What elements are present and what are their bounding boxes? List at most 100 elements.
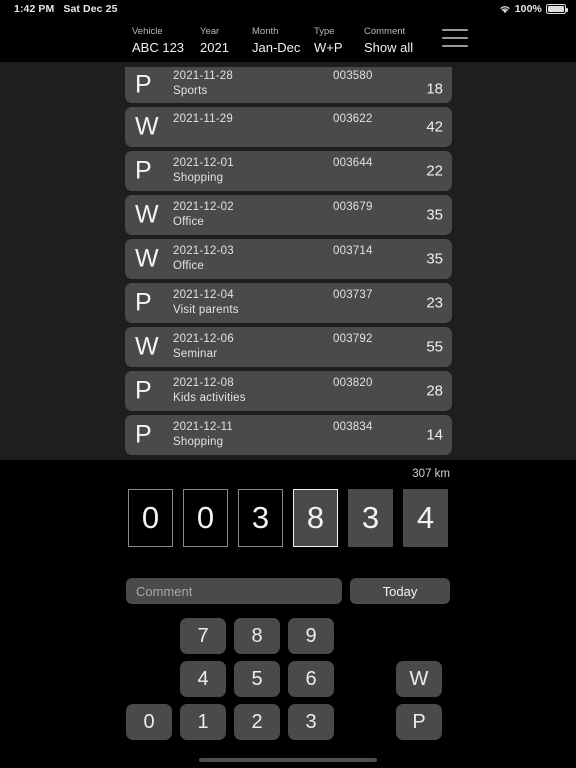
row-date: 2021-11-29 [173,113,233,125]
row-trip-type: P [135,156,152,185]
row-comment: Visit parents [173,304,239,316]
status-time: 1:42 PM [14,3,55,15]
filter-comment[interactable]: Comment Show all [364,25,426,56]
row-date: 2021-12-01 [173,157,234,169]
row-distance: 35 [426,206,443,224]
row-comment: Kids activities [173,392,246,404]
row-comment: Shopping [173,436,224,448]
table-row[interactable]: P 2021-12-01 Shopping 003644 22 [125,151,452,191]
filter-vehicle-value: ABC 123 [132,39,185,55]
trip-distance-label: 307 km [412,468,450,480]
key-5[interactable]: 5 [234,661,280,697]
row-comment: Seminar [173,348,218,360]
key-work[interactable]: W [396,661,442,697]
filter-month-label: Month [252,25,279,37]
filter-type-label: Type [314,25,335,37]
filter-year-value: 2021 [200,39,229,55]
key-8[interactable]: 8 [234,618,280,654]
filter-month-value: Jan-Dec [252,39,301,55]
odometer-digit-1[interactable]: 0 [183,489,228,547]
row-date: 2021-11-28 [173,70,233,82]
numeric-keypad: 789 456 0123 W P [0,618,576,743]
row-odometer: 003679 [333,201,373,213]
key-2[interactable]: 2 [234,704,280,740]
table-row[interactable]: W 2021-12-03 Office 003714 35 [125,239,452,279]
row-odometer: 003714 [333,245,373,257]
filter-type[interactable]: Type W+P [314,25,364,56]
row-comment: Office [173,216,205,228]
row-odometer: 003820 [333,377,373,389]
key-6[interactable]: 6 [288,661,334,697]
row-odometer: 003792 [333,333,373,345]
table-row[interactable]: P 2021-11-28 Sports 003580 18 [125,67,452,103]
trip-list-pane[interactable]: P 2021-11-28 Sports 003580 18 W 2021-11-29 0036… [0,62,576,460]
table-row[interactable]: W 2021-12-06 Seminar 003792 55 [125,327,452,367]
filter-year-label: Year [200,25,220,37]
wifi-icon [499,4,511,14]
keypad-row-1: 789 [180,618,334,654]
key-9[interactable]: 9 [288,618,334,654]
filter-vehicle-label: Vehicle [132,25,163,37]
status-bar: 1:42 PM Sat Dec 25 100% [0,0,576,18]
row-distance: 55 [426,338,443,356]
table-row[interactable]: P 2021-12-04 Visit parents 003737 23 [125,283,452,323]
odometer-digit-0[interactable]: 0 [128,489,173,547]
row-date: 2021-12-06 [173,333,234,345]
row-trip-type: P [135,70,152,99]
row-distance: 18 [426,80,443,98]
row-trip-type: W [135,244,159,273]
today-button[interactable]: Today [350,578,450,604]
table-row[interactable]: P 2021-12-11 Shopping 003834 14 [125,415,452,455]
filter-fields: Vehicle ABC 123 Year 2021 Month Jan-Dec … [132,25,468,56]
odometer-digit-5[interactable]: 4 [403,489,448,547]
row-date: 2021-12-03 [173,245,234,257]
home-indicator [199,758,377,762]
key-3[interactable]: 3 [288,704,334,740]
filter-vehicle[interactable]: Vehicle ABC 123 [132,25,200,56]
row-comment: Shopping [173,172,224,184]
filter-type-value: W+P [314,39,343,55]
keypad-row-3: 0123 [126,704,334,740]
row-trip-type: P [135,288,152,317]
battery-percent-label: 100% [514,3,542,15]
table-row[interactable]: W 2021-11-29 003622 42 [125,107,452,147]
filter-comment-label: Comment [364,25,406,37]
row-date: 2021-12-02 [173,201,234,213]
odometer-digit-4[interactable]: 3 [348,489,393,547]
odometer-digits: 003834 [128,489,448,547]
key-0[interactable]: 0 [126,704,172,740]
row-distance: 23 [426,294,443,312]
filter-month[interactable]: Month Jan-Dec [252,25,314,56]
battery-icon [546,4,568,14]
row-odometer: 003737 [333,289,373,301]
hamburger-menu-icon[interactable] [442,25,468,51]
odometer-section: 307 km 003834 [0,460,576,560]
row-trip-type: P [135,376,152,405]
trip-list: P 2021-11-28 Sports 003580 18 W 2021-11-29 0036… [125,67,452,459]
filter-toolbar: Vehicle ABC 123 Year 2021 Month Jan-Dec … [0,18,576,62]
row-odometer: 003834 [333,421,373,433]
filter-year[interactable]: Year 2021 [200,25,252,56]
key-7[interactable]: 7 [180,618,226,654]
key-private[interactable]: P [396,704,442,740]
row-distance: 42 [426,118,443,136]
odometer-digit-2[interactable]: 3 [238,489,283,547]
row-comment: Sports [173,85,208,97]
comment-input[interactable] [126,578,342,604]
row-comment: Office [173,260,205,272]
table-row[interactable]: P 2021-12-08 Kids activities 003820 28 [125,371,452,411]
row-date: 2021-12-11 [173,421,233,433]
row-distance: 14 [426,426,443,444]
odometer-digit-3[interactable]: 8 [293,489,338,547]
row-trip-type: P [135,420,152,449]
status-bar-right: 100% [499,3,568,15]
table-row[interactable]: W 2021-12-02 Office 003679 35 [125,195,452,235]
key-1[interactable]: 1 [180,704,226,740]
row-distance: 22 [426,162,443,180]
status-date: Sat Dec 25 [63,3,118,15]
key-4[interactable]: 4 [180,661,226,697]
row-date: 2021-12-04 [173,289,234,301]
keypad-row-2: 456 [180,661,334,697]
row-distance: 35 [426,250,443,268]
row-odometer: 003580 [333,70,373,82]
